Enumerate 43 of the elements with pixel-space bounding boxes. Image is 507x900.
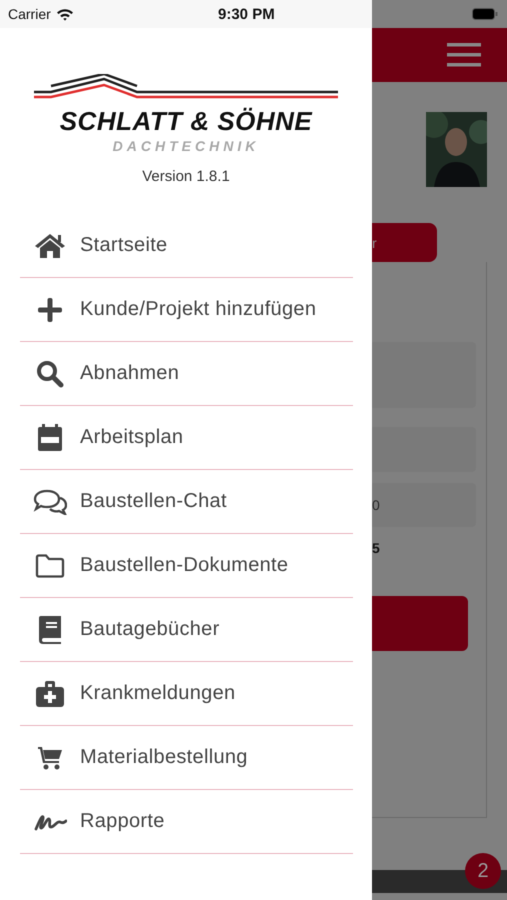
menu-item[interactable]: Krankmeldungen xyxy=(20,662,353,726)
submit-button[interactable] xyxy=(372,596,468,651)
book-icon xyxy=(37,614,63,644)
menu-label: Bautagebücher xyxy=(80,618,220,641)
carrier-name: Carrier xyxy=(8,6,51,22)
wifi-icon xyxy=(56,8,74,20)
menu-item[interactable]: Startseite xyxy=(20,214,353,278)
menu-item[interactable]: Abnahmen xyxy=(20,342,353,406)
menu-label: Krankmeldungen xyxy=(80,682,236,705)
search-icon xyxy=(36,360,64,388)
menu-icon[interactable] xyxy=(447,43,481,67)
menu-item[interactable]: Rapporte xyxy=(20,790,353,854)
battery-icon xyxy=(472,8,498,20)
menu-label: Materialbestellung xyxy=(80,746,248,769)
menu-item[interactable]: Bautagebücher xyxy=(20,598,353,662)
status-time: 9:30 PM xyxy=(218,6,275,22)
folder-icon xyxy=(35,554,65,578)
company-tagline: DACHTECHNIK xyxy=(112,138,260,154)
menu-label: Arbeitsplan xyxy=(80,426,184,449)
menu-item[interactable]: Materialbestellung xyxy=(20,726,353,790)
text-fragment: 5 xyxy=(372,540,380,556)
count-badge[interactable]: 2 xyxy=(465,853,501,889)
calendar-icon xyxy=(37,424,63,452)
home-icon xyxy=(34,232,66,258)
menu-item[interactable]: Baustellen-Chat xyxy=(20,470,353,534)
input-field[interactable] xyxy=(372,427,476,472)
menu-item[interactable]: Kunde/Projekt hinzufügen xyxy=(20,278,353,342)
menu-label: Baustellen-Chat xyxy=(80,490,227,513)
menu-label: Baustellen-Dokumente xyxy=(80,554,288,577)
menu-item[interactable]: Arbeitsplan xyxy=(20,406,353,470)
company-name: SCHLATT & SÖHNE xyxy=(60,106,312,137)
menu-label: Startseite xyxy=(80,234,168,257)
menu-label: Rapporte xyxy=(80,810,165,833)
plus-icon xyxy=(37,296,63,322)
menu-item[interactable]: Baustellen-Dokumente xyxy=(20,534,353,598)
version-label: Version 1.8.1 xyxy=(141,168,231,185)
menu-label: Kunde/Projekt hinzufügen xyxy=(80,298,316,321)
input-field[interactable] xyxy=(372,342,476,408)
menu-label: Abnahmen xyxy=(80,362,180,385)
cart-icon xyxy=(37,744,63,770)
medkit-icon xyxy=(35,680,65,708)
action-button[interactable]: r xyxy=(372,223,437,262)
chat-icon xyxy=(33,488,67,514)
